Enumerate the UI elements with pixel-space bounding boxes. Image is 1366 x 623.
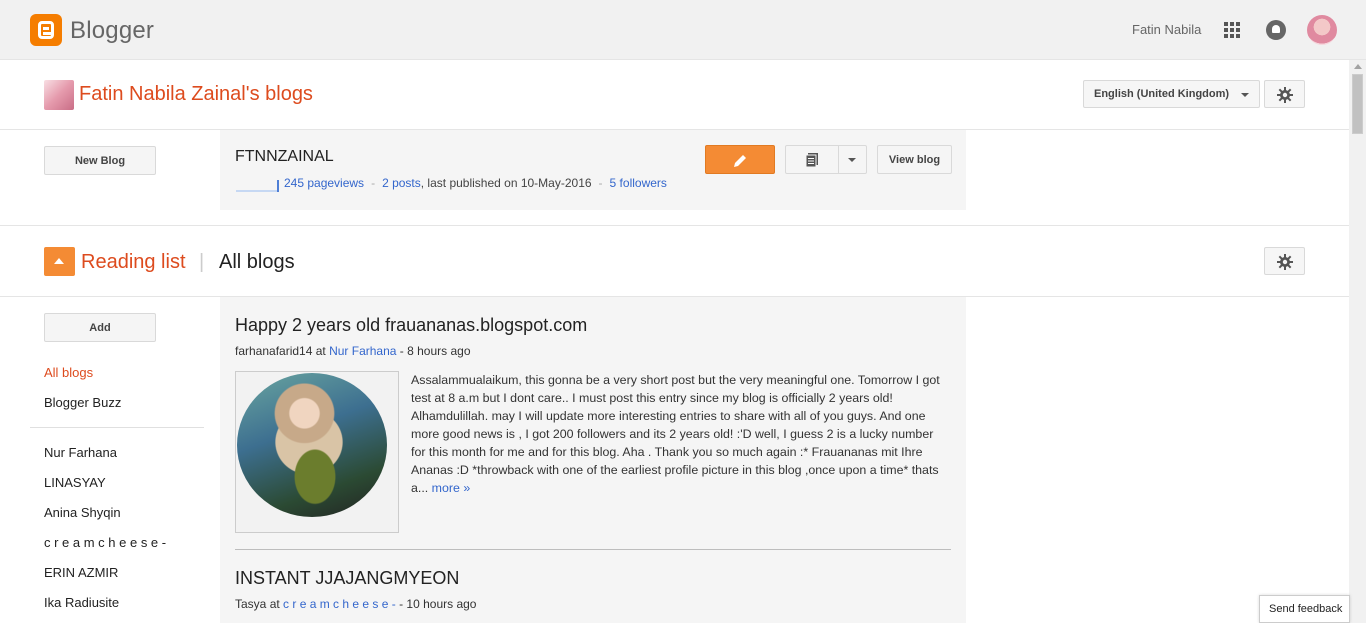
post-at: at bbox=[266, 597, 284, 611]
button-divider bbox=[838, 146, 839, 173]
post-meta: farhanafarid14 at Nur Farhana - 8 hours … bbox=[235, 344, 471, 358]
scroll-up-arrow-icon[interactable] bbox=[1354, 64, 1362, 69]
separator: - bbox=[598, 176, 603, 190]
reading-list-title: Reading list bbox=[81, 251, 186, 273]
post-thumbnail[interactable] bbox=[235, 371, 399, 533]
page-title: Fatin Nabila Zainal's blogs bbox=[79, 83, 313, 105]
reading-list-settings-button[interactable] bbox=[1264, 247, 1305, 275]
post-image bbox=[237, 373, 387, 517]
sidebar-item-all-blogs[interactable]: All blogs bbox=[44, 365, 93, 380]
new-post-button[interactable] bbox=[705, 145, 775, 174]
post-age: - 8 hours ago bbox=[396, 344, 471, 358]
separator: - bbox=[371, 176, 376, 190]
post-title[interactable]: Happy 2 years old frauananas.blogspot.co… bbox=[235, 315, 587, 336]
sidebar-item-followed-blog[interactable]: c r e a m c h e e s e - bbox=[44, 535, 166, 550]
sidebar-item-followed-blog[interactable]: Anina Shyqin bbox=[44, 505, 121, 520]
post-author: Tasya bbox=[235, 597, 267, 611]
post-author: farhanafarid14 bbox=[235, 344, 313, 358]
chevron-down-icon bbox=[1241, 93, 1249, 97]
blog-card: FTNNZAINAL 245 pageviews -2 posts, last p… bbox=[220, 130, 966, 210]
title-separator: | bbox=[199, 251, 205, 273]
collapse-reading-list-button[interactable] bbox=[44, 247, 75, 276]
scrollbar-thumb[interactable] bbox=[1352, 74, 1363, 134]
reading-list-subtitle: All blogs bbox=[219, 251, 295, 273]
post-at: at bbox=[312, 344, 330, 358]
reading-list-sidebar: Add All blogs Blogger Buzz Nur Farhana L… bbox=[0, 297, 220, 623]
pageviews-link[interactable]: 245 pageviews bbox=[284, 176, 364, 190]
view-blog-button[interactable]: View blog bbox=[877, 145, 952, 174]
language-select[interactable]: English (United Kingdom) bbox=[1083, 80, 1260, 108]
post-excerpt: Assalammualaikum, this gonna be a very s… bbox=[411, 371, 951, 497]
owner-avatar bbox=[44, 80, 74, 110]
page-scrollbar[interactable] bbox=[1349, 60, 1366, 623]
user-avatar[interactable] bbox=[1307, 15, 1337, 45]
post-age: - 10 hours ago bbox=[395, 597, 477, 611]
posts-button[interactable] bbox=[785, 145, 867, 174]
sidebar-item-followed-blog[interactable]: LINASYAY bbox=[44, 475, 106, 490]
post-title[interactable]: INSTANT JJAJANGMYEON bbox=[235, 568, 459, 589]
posts-link[interactable]: 2 posts bbox=[382, 176, 421, 190]
sidebar-item-followed-blog[interactable]: Nur Farhana bbox=[44, 445, 117, 460]
gear-icon bbox=[1277, 87, 1293, 103]
blogger-logo-text[interactable]: Blogger bbox=[70, 17, 154, 45]
read-more-link[interactable]: more » bbox=[432, 481, 471, 495]
posts-document-icon bbox=[805, 153, 818, 168]
user-name[interactable]: Fatin Nabila bbox=[1132, 22, 1201, 37]
sidebar-divider bbox=[30, 427, 204, 428]
pencil-icon bbox=[734, 155, 746, 167]
post-blog-link[interactable]: Nur Farhana bbox=[329, 344, 396, 358]
top-bar: Blogger Fatin Nabila bbox=[0, 0, 1366, 60]
blogs-header: Fatin Nabila Zainal's blogs English (Uni… bbox=[0, 60, 1349, 130]
pageviews-sparkline bbox=[236, 178, 279, 192]
blog-stats: 245 pageviews -2 posts, last published on… bbox=[284, 176, 667, 190]
my-blogs-section: New Blog FTNNZAINAL 245 pageviews -2 post… bbox=[0, 130, 1349, 226]
add-blog-button[interactable]: Add bbox=[44, 313, 156, 342]
post-blog-link[interactable]: c r e a m c h e e s e - bbox=[283, 597, 396, 611]
blog-name[interactable]: FTNNZAINAL bbox=[235, 148, 334, 166]
chevron-down-icon[interactable] bbox=[848, 158, 856, 162]
reading-list-header: Reading list | All blogs bbox=[0, 226, 1349, 297]
sidebar-item-followed-blog[interactable]: Ika Radiusite bbox=[44, 595, 119, 610]
apps-grid-icon[interactable] bbox=[1224, 22, 1240, 38]
new-blog-button[interactable]: New Blog bbox=[44, 146, 156, 175]
post-divider bbox=[235, 549, 951, 550]
gear-icon bbox=[1277, 254, 1293, 270]
followers-link[interactable]: 5 followers bbox=[610, 176, 667, 190]
blogger-logo-icon[interactable] bbox=[30, 14, 62, 46]
sidebar-item-blogger-buzz[interactable]: Blogger Buzz bbox=[44, 395, 121, 410]
language-select-value: English (United Kingdom) bbox=[1094, 88, 1230, 100]
blogs-settings-button[interactable] bbox=[1264, 80, 1305, 108]
send-feedback-button[interactable]: Send feedback bbox=[1259, 595, 1350, 623]
reading-list-feed: Happy 2 years old frauananas.blogspot.co… bbox=[220, 297, 966, 623]
post-excerpt-text: Assalammualaikum, this gonna be a very s… bbox=[411, 373, 940, 495]
post-meta: Tasya at c r e a m c h e e s e - - 10 ho… bbox=[235, 597, 476, 611]
notifications-bell-icon[interactable] bbox=[1266, 20, 1286, 40]
last-published-text: , last published on 10-May-2016 bbox=[420, 176, 592, 190]
sidebar-item-followed-blog[interactable]: ERIN AZMIR bbox=[44, 565, 118, 580]
